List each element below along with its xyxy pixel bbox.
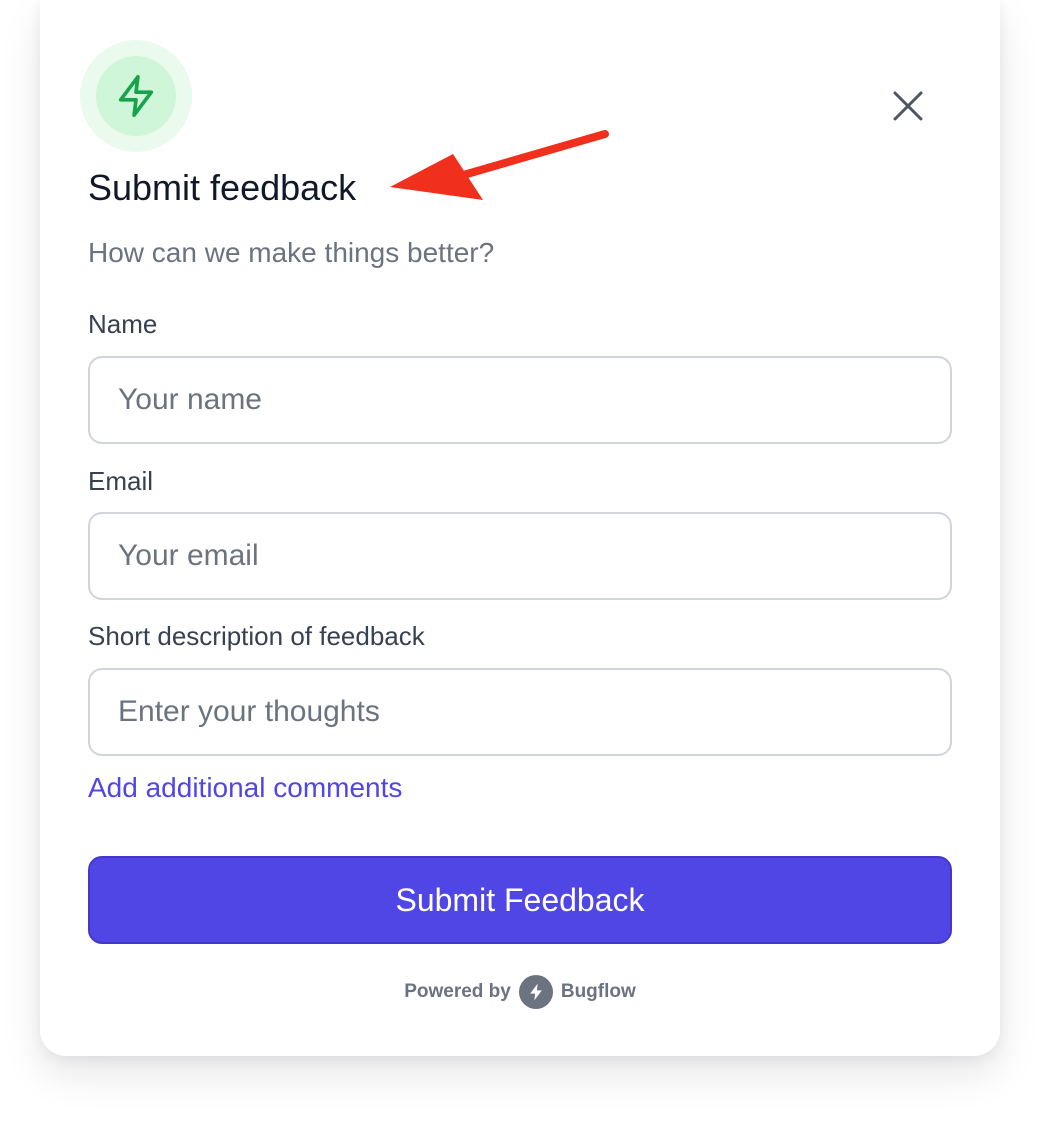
close-button[interactable] — [888, 86, 928, 126]
powered-by-text: Powered by — [404, 981, 511, 1002]
badge — [80, 40, 192, 152]
annotation-arrow — [390, 130, 609, 200]
lightning-bolt-icon — [118, 75, 154, 117]
email-label: Email — [88, 466, 154, 496]
powered-by-footer[interactable]: Powered by Bugflow — [40, 972, 1000, 1012]
name-label: Name — [88, 309, 158, 339]
close-icon — [893, 91, 923, 121]
badge-inner — [96, 56, 176, 136]
description-label: Short description of feedback — [88, 621, 425, 651]
page-subtitle: How can we make things better? — [88, 237, 495, 268]
email-input[interactable] — [88, 512, 952, 600]
brand-name: Bugflow — [560, 981, 636, 1002]
description-input[interactable] — [88, 668, 952, 756]
feedback-card: Submit feedback How can we make things b… — [40, 0, 1000, 1056]
bugflow-bolt-icon — [518, 975, 553, 1009]
page-title: Submit feedback — [88, 167, 357, 208]
name-input[interactable] — [88, 356, 952, 444]
add-comments-link[interactable]: Add additional comments — [88, 770, 402, 806]
submit-feedback-button[interactable]: Submit Feedback — [88, 856, 952, 944]
